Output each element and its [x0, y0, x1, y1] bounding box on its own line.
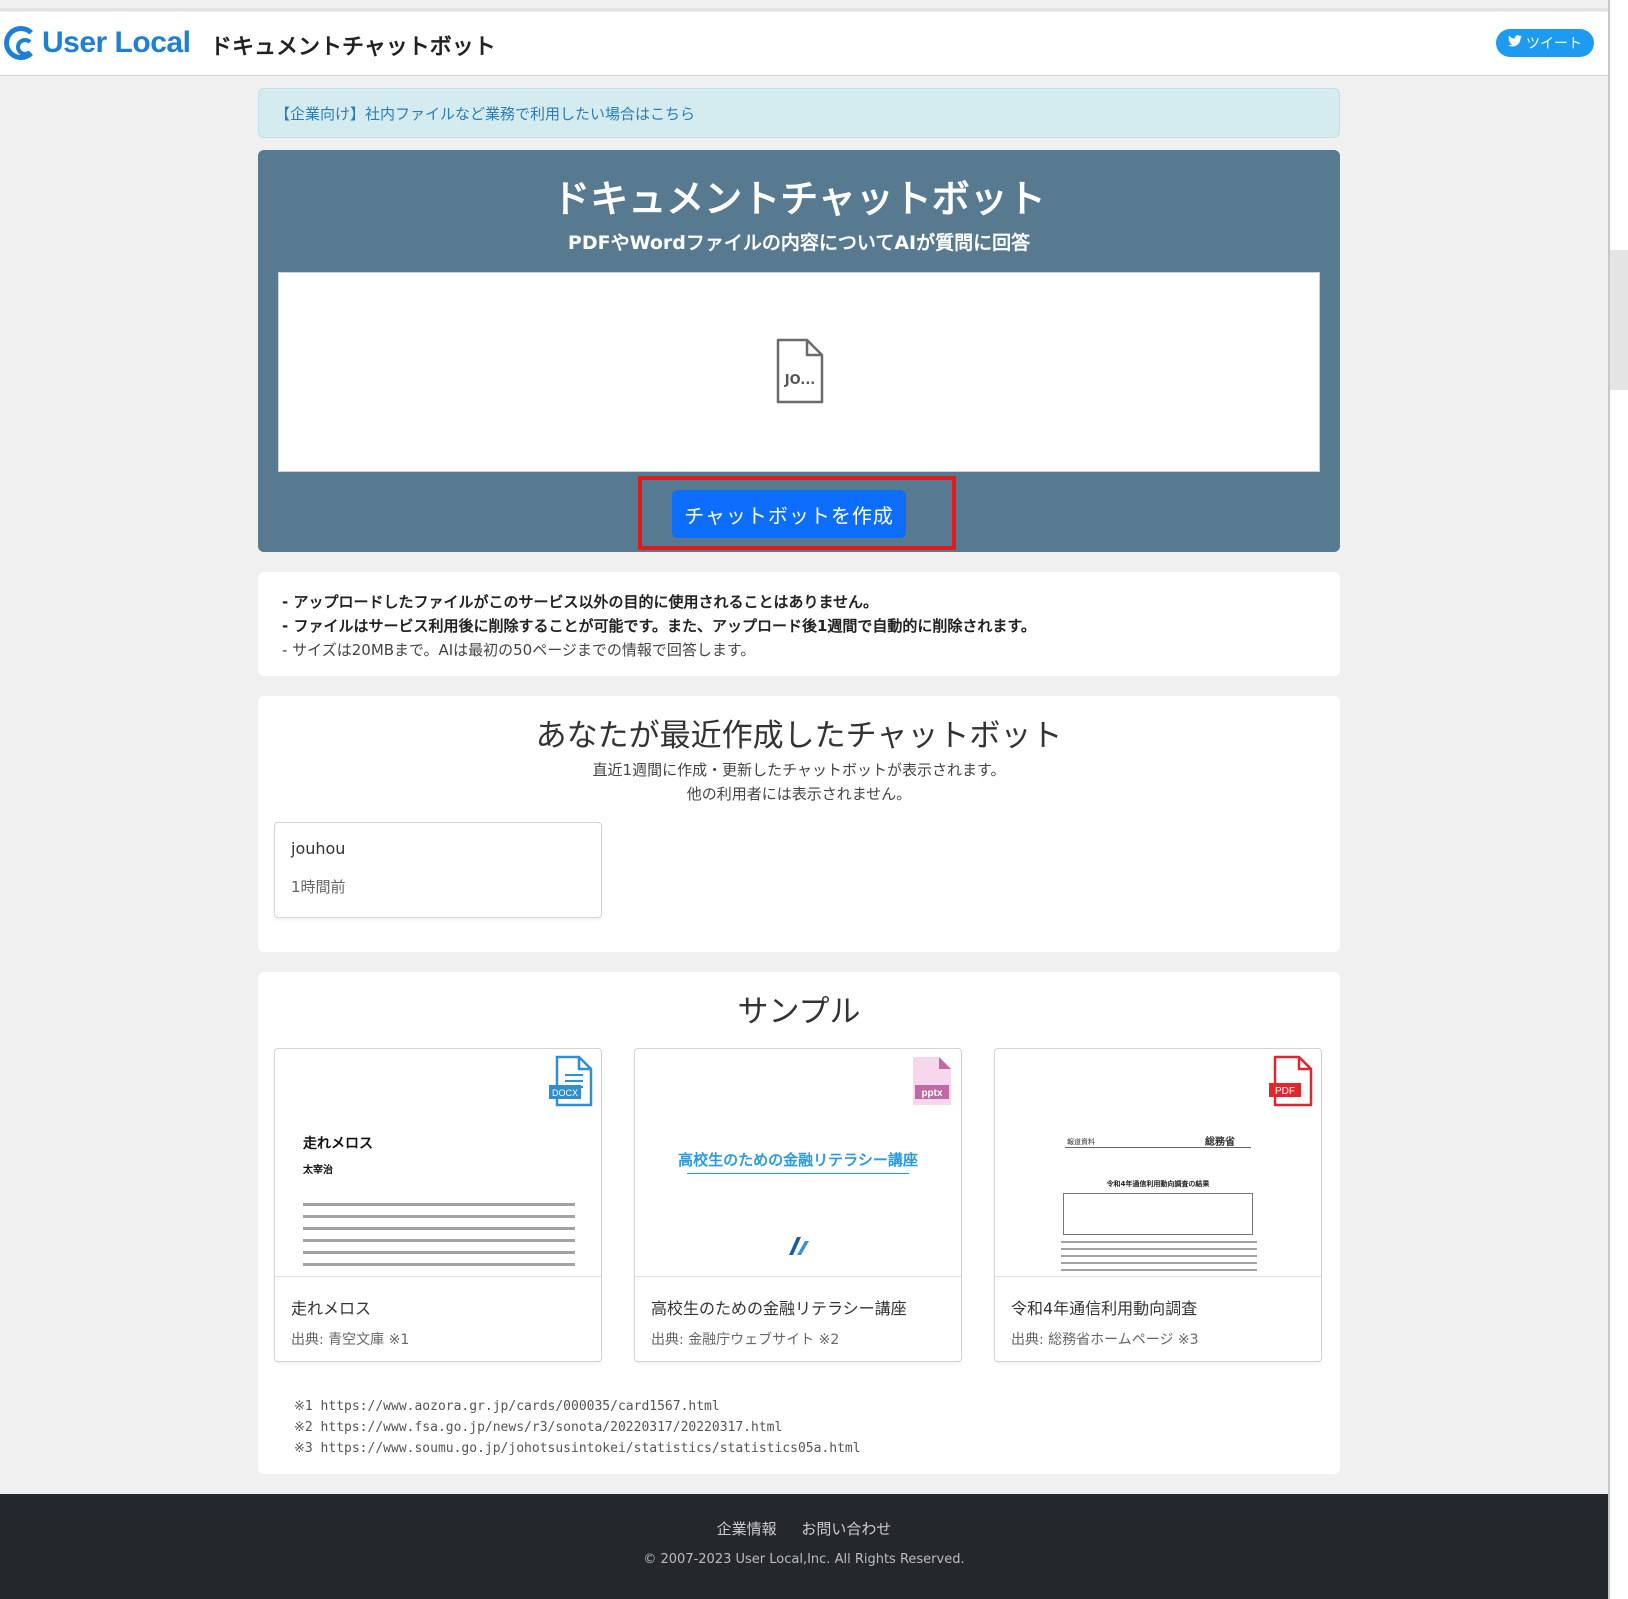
thumb-org: 総務省 — [1205, 1137, 1235, 1148]
sample-card-communication-survey[interactable]: PDF 報道資料 総務省 令和4年通信利用動向調査の結果 令和4年通信利用動向調… — [994, 1048, 1322, 1362]
footnotes: ※1 https://www.aozora.gr.jp/cards/000035… — [294, 1396, 861, 1459]
hero-title: ドキュメントチャットボット — [552, 177, 1046, 221]
thumb-text-lines — [303, 1203, 575, 1275]
company-info-link[interactable]: 企業情報 — [717, 1520, 777, 1538]
hero-panel: ドキュメントチャットボット PDFやWordファイルの内容についてAIが質問に回… — [258, 150, 1340, 552]
note-line-1: - アップロードしたファイルがこのサービス以外の目的に使用されることはありません… — [282, 593, 879, 611]
thumb-label: 報道資料 — [1067, 1138, 1095, 1146]
page: User Local ドキュメントチャットボット ツイート 【企業向け】社内ファ… — [0, 0, 1608, 1599]
note-line-2: - ファイルはサービス利用後に削除することが可能です。また、アップロード後1週間… — [282, 617, 1036, 635]
thumb-rule — [1065, 1147, 1251, 1148]
sample-card-financial-literacy[interactable]: pptx 高校生のための金融リテラシー講座 高校生のための金融リテラシー講座 出… — [634, 1048, 962, 1362]
chatbot-time: 1時間前 — [291, 878, 346, 896]
background-window — [1610, 0, 1628, 1599]
create-chatbot-button[interactable]: チャットボットを作成 — [672, 490, 906, 538]
userlocal-logo[interactable]: User Local — [4, 26, 191, 60]
background-panel — [1610, 250, 1628, 390]
sample-name: 令和4年通信利用動向調査 — [1011, 1299, 1198, 1318]
logo-text: User Local — [42, 26, 191, 59]
pdf-icon: PDF — [1269, 1055, 1313, 1107]
contact-link[interactable]: お問い合わせ — [801, 1520, 891, 1538]
file-name-label: JO... — [784, 373, 816, 388]
thumb-underline — [687, 1173, 909, 1174]
sample-name: 走れメロス — [291, 1299, 372, 1318]
recent-chatbot-card[interactable]: jouhou 1時間前 — [274, 822, 602, 918]
pdf-badge-text: PDF — [1275, 1086, 1295, 1097]
sample-thumbnail: pptx 高校生のための金融リテラシー講座 — [635, 1049, 961, 1277]
site-title[interactable]: ドキュメントチャットボット — [210, 29, 496, 61]
recent-desc-line-1: 直近1週間に作成・更新したチャットボットが表示されます。 — [592, 761, 1006, 779]
thumb-title: 高校生のための金融リテラシー講座 — [678, 1151, 918, 1169]
recent-chatbots-panel: あなたが最近作成したチャットボット 直近1週間に作成・更新したチャットボットが表… — [258, 696, 1340, 952]
thumb-box — [1063, 1193, 1253, 1235]
site-footer: 企業情報 お問い合わせ © 2007-2023 User Local,Inc. … — [0, 1494, 1608, 1599]
docx-icon: DOCX — [549, 1055, 593, 1107]
sample-name: 高校生のための金融リテラシー講座 — [651, 1299, 907, 1318]
site-header: User Local ドキュメントチャットボット ツイート — [0, 12, 1608, 76]
thumb-title: 走れメロス — [303, 1136, 373, 1152]
samples-panel: サンプル DOCX 走れメロス 太宰治 走れメロス 出典: 青空文庫 ※1 pp… — [258, 972, 1340, 1474]
footer-links: 企業情報 お問い合わせ — [0, 1518, 1608, 1539]
hero-subtitle: PDFやWordファイルの内容についてAIが質問に回答 — [567, 232, 1031, 254]
chatbot-name: jouhou — [291, 839, 346, 858]
thumb-title: 令和4年通信利用動向調査の結果 — [1106, 1180, 1210, 1188]
footnote-3[interactable]: ※3 https://www.soumu.go.jp/johotsusintok… — [294, 1438, 861, 1459]
userlocal-logo-icon — [4, 26, 38, 60]
tweet-label: ツイート — [1526, 36, 1582, 52]
tweet-button[interactable]: ツイート — [1496, 29, 1594, 57]
recent-description: 直近1週間に作成・更新したチャットボットが表示されます。 他の利用者には表示され… — [258, 758, 1340, 806]
fsa-logo-icon — [785, 1235, 811, 1261]
top-border — [0, 8, 1608, 11]
sample-thumbnail: DOCX 走れメロス 太宰治 — [275, 1049, 601, 1277]
recent-desc-line-2: 他の利用者には表示されません。 — [686, 785, 912, 803]
notes-panel: - アップロードしたファイルがこのサービス以外の目的に使用されることはありません… — [258, 572, 1340, 676]
samples-title: サンプル — [737, 994, 861, 1030]
sample-source: 出典: 総務省ホームページ ※3 — [1011, 1332, 1199, 1348]
recent-title: あなたが最近作成したチャットボット — [535, 718, 1063, 754]
file-icon: JO... — [775, 337, 825, 405]
file-dropzone[interactable]: JO... — [278, 272, 1320, 472]
pptx-icon: pptx — [909, 1055, 953, 1107]
thumb-text-lines — [1061, 1241, 1257, 1276]
enterprise-link[interactable]: 【企業向け】社内ファイルなど業務で利用したい場合はこちら — [275, 105, 695, 123]
pptx-badge-text: pptx — [921, 1088, 943, 1099]
thumb-author: 太宰治 — [303, 1165, 333, 1176]
sample-source: 出典: 青空文庫 ※1 — [291, 1332, 410, 1348]
footnote-1[interactable]: ※1 https://www.aozora.gr.jp/cards/000035… — [294, 1396, 861, 1417]
sample-thumbnail: PDF 報道資料 総務省 令和4年通信利用動向調査の結果 — [995, 1049, 1321, 1277]
copyright: © 2007-2023 User Local,Inc. All Rights R… — [643, 1552, 965, 1567]
docx-badge-text: DOCX — [552, 1088, 578, 1098]
sample-source: 出典: 金融庁ウェブサイト ※2 — [651, 1332, 840, 1348]
note-line-3: - サイズは20MBまで。AIは最初の50ページまでの情報で回答します。 — [282, 641, 756, 659]
twitter-bird-icon — [1508, 35, 1522, 51]
enterprise-banner[interactable]: 【企業向け】社内ファイルなど業務で利用したい場合はこちら — [258, 88, 1340, 138]
footnote-2[interactable]: ※2 https://www.fsa.go.jp/news/r3/sonota/… — [294, 1417, 861, 1438]
sample-card-meros[interactable]: DOCX 走れメロス 太宰治 走れメロス 出典: 青空文庫 ※1 — [274, 1048, 602, 1362]
